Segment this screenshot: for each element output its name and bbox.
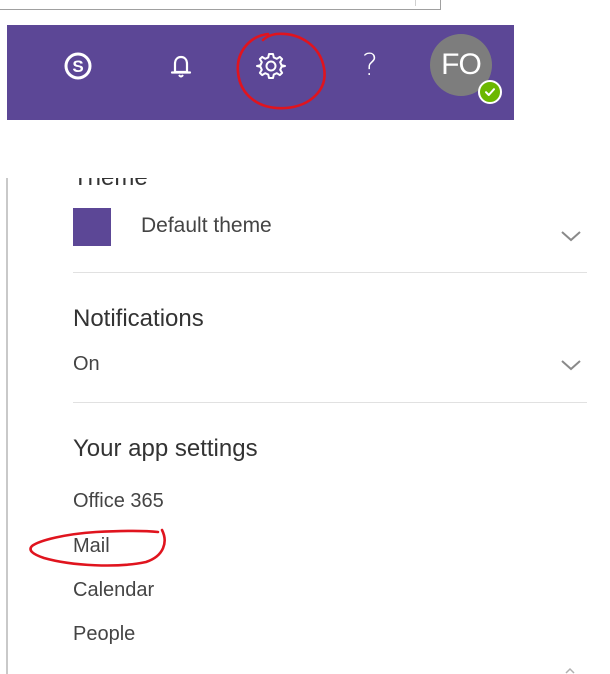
- notifications-select-value[interactable]: On: [73, 353, 100, 376]
- app-link-calendar[interactable]: Calendar: [73, 579, 154, 602]
- address-bar-divider: [415, 0, 436, 6]
- header-crop: S ? FO: [0, 0, 514, 146]
- skype-button[interactable]: S: [54, 39, 102, 93]
- check-icon: [485, 88, 495, 96]
- settings-button[interactable]: [247, 39, 295, 93]
- app-settings-heading: Your app settings: [73, 435, 258, 462]
- help-icon: ?: [362, 48, 378, 83]
- svg-text:S: S: [72, 57, 83, 76]
- bell-icon: [170, 55, 192, 78]
- gear-icon: [256, 53, 286, 79]
- section-divider: [73, 272, 587, 273]
- scroll-up-arrow-icon[interactable]: [560, 666, 580, 674]
- section-divider: [73, 402, 587, 403]
- chevron-down-icon[interactable]: [559, 229, 583, 243]
- screenshot-canvas: S ? FO Default theme Notifications On Yo…: [0, 0, 610, 674]
- theme-swatch: [73, 208, 111, 246]
- panel-left-border: [6, 178, 8, 674]
- app-link-office-365[interactable]: Office 365: [73, 490, 164, 513]
- browser-address-bar-edge: [0, 0, 441, 10]
- avatar-initials: FO: [441, 48, 482, 81]
- notifications-button[interactable]: [157, 39, 205, 93]
- chevron-down-icon[interactable]: [559, 358, 583, 372]
- theme-select-value[interactable]: Default theme: [141, 214, 272, 238]
- app-link-people[interactable]: People: [73, 623, 135, 646]
- notifications-heading: Notifications: [73, 305, 204, 332]
- settings-panel: Theme Default theme Notifications On You…: [0, 178, 610, 674]
- skype-icon: S: [64, 52, 92, 80]
- suite-header-bar: S ? FO: [7, 25, 514, 120]
- presence-status-badge: [478, 80, 502, 104]
- help-button[interactable]: ?: [346, 39, 394, 93]
- theme-heading: Theme: [73, 178, 148, 192]
- app-link-mail[interactable]: Mail: [73, 535, 110, 558]
